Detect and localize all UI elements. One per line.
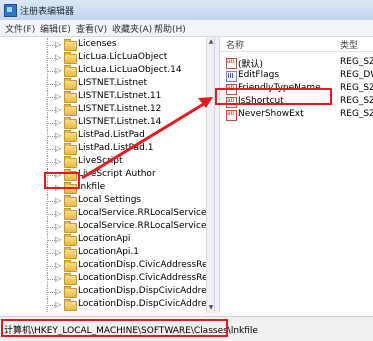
- annotation-arrow: [81, 97, 213, 180]
